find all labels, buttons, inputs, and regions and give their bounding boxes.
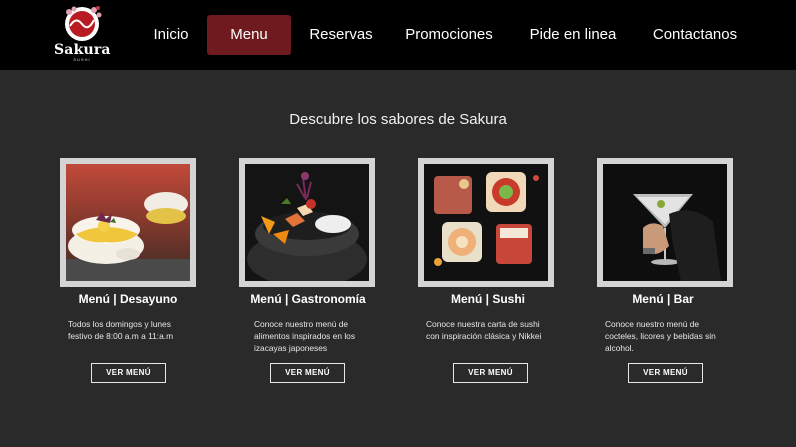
sakura-logo-icon <box>65 6 102 41</box>
card-image-frame[interactable] <box>60 158 196 287</box>
card-description: Conoce nuestra carta de sushi con inspir… <box>426 319 542 341</box>
card-image-frame[interactable] <box>239 158 375 287</box>
nav-item-menu[interactable]: Menu <box>207 15 291 55</box>
card-image-frame[interactable] <box>418 158 554 287</box>
ver-menu-button-gastronomia[interactable]: VER MENÚ <box>270 363 345 383</box>
card-title: Menú | Desayuno <box>78 292 178 306</box>
card-description: Conoce nuestro menú de alimentos inspira… <box>254 319 356 353</box>
card-title: Menú | Gastronomía <box>250 292 366 306</box>
logo[interactable]: Sakura SUSHI <box>54 4 111 64</box>
nav-item-promociones[interactable]: Promociones <box>400 15 498 55</box>
navbar: Sakura SUSHI Inicio Menu Reservas Promoc… <box>0 0 796 70</box>
ver-menu-button-bar[interactable]: VER MENÚ <box>628 363 703 383</box>
breakfast-photo <box>66 164 190 281</box>
card-description: Conoce nuestro menú de cocteles, licores… <box>605 319 716 353</box>
nav-item-contactanos[interactable]: Contactanos <box>646 15 744 55</box>
nav-item-inicio[interactable]: Inicio <box>146 15 196 55</box>
sushi-photo <box>424 164 548 281</box>
nav-item-reservas[interactable]: Reservas <box>304 15 378 55</box>
card-image-frame[interactable] <box>597 158 733 287</box>
gastronomy-photo <box>245 164 369 281</box>
ver-menu-button-desayuno[interactable]: VER MENÚ <box>91 363 166 383</box>
logo-tagline: SUSHI <box>73 57 91 62</box>
section-subtitle: Descubre los sabores de Sakura <box>289 111 507 128</box>
ver-menu-button-sushi[interactable]: VER MENÚ <box>453 363 528 383</box>
logo-text: Sakura <box>54 42 111 58</box>
card-title: Menú | Bar <box>632 292 694 306</box>
card-title: Menú | Sushi <box>450 292 526 306</box>
card-description: Todos los domingos y lunes festivo de 8:… <box>68 319 174 341</box>
cocktail-photo <box>603 164 727 281</box>
nav-item-pide-en-linea[interactable]: Pide en linea <box>523 15 623 55</box>
